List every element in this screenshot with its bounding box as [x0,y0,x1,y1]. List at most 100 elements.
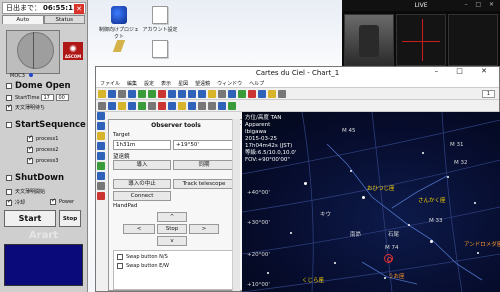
process2-checkbox[interactable] [27,145,33,153]
window-controls-icon[interactable]: – □ ✕ [464,1,497,8]
print-icon[interactable] [118,89,126,98]
shutdown-checkbox[interactable] [6,175,12,181]
handpad-stop-button[interactable]: Stop [157,224,187,234]
sky-chart[interactable]: 方位/高度 TAN Apparent Ibigawa 2015-03-25 17… [242,112,500,292]
west-icon[interactable] [198,89,206,98]
tab-status[interactable]: Status [43,15,85,24]
crosshair-v [422,19,423,61]
tool-6-icon[interactable] [97,162,105,170]
handpad-right-button[interactable]: > [189,224,219,234]
tool-4-icon[interactable] [97,142,105,150]
refresh-icon[interactable] [128,89,136,98]
ra-field[interactable]: 1h31m [113,140,171,150]
dec-field[interactable]: +19°50' [173,140,235,150]
slew-button[interactable]: 導入 [113,160,171,170]
zoom-out-icon[interactable] [148,89,156,98]
tool-5-icon[interactable] [97,152,105,160]
tool-2-icon[interactable] [97,122,105,130]
search-icon[interactable] [108,101,116,110]
star-icon[interactable] [268,89,276,98]
start-minute-select[interactable]: 00 [56,94,70,101]
settings-icon[interactable] [278,89,286,98]
sun-icon[interactable] [178,101,186,110]
zoom-select[interactable]: 1 [481,89,495,98]
handpad-up-button[interactable]: ^ [157,212,187,222]
save-icon[interactable] [108,89,116,98]
start-hour-select[interactable]: 17 [41,94,55,101]
menu-chart[interactable]: 星図 [178,80,188,87]
menu-telescope[interactable]: 望遠鏡 [195,80,210,87]
weather-checkbox[interactable] [6,103,12,111]
planet-icon[interactable] [138,101,146,110]
start-button[interactable]: Start [4,210,56,227]
abort-slew-button[interactable]: 導入の中止 [113,179,171,189]
start-time-checkbox[interactable] [6,94,12,101]
cooling-checkbox[interactable] [6,198,12,206]
swap-ns-checkbox[interactable] [117,254,123,260]
sunrise-clock: 日出まで： 06:55:11 ✕ [2,2,86,14]
control-panel: 日出まで： 06:55:11 ✕ Auto Status ASCOM MOC3 … [0,0,88,292]
project-app-icon [111,6,127,24]
twilight-checkbox[interactable] [6,188,12,195]
target-icon[interactable] [158,89,166,98]
flip-icon[interactable] [228,89,236,98]
zenith-icon[interactable] [208,89,216,98]
desktop-icon-shortcut[interactable] [99,40,139,54]
milkyway-icon[interactable] [168,101,176,110]
close-icon[interactable]: ✕ [74,4,84,14]
desktop-icon-file[interactable] [140,40,180,60]
az-grid-icon[interactable] [208,101,216,110]
zoom-in-icon[interactable] [138,89,146,98]
label-icon[interactable] [148,101,156,110]
window-controls-icon[interactable]: – □ ✕ [435,67,495,75]
shutdown-row[interactable]: ShutDown [6,173,64,183]
menu-help[interactable]: ヘルプ [249,80,264,87]
east-icon[interactable] [188,89,196,98]
compass-icon[interactable] [218,101,226,110]
cursor-icon[interactable] [98,101,106,110]
connect-button[interactable]: Connect [113,191,171,201]
handpad-down-button[interactable]: v [157,236,187,246]
telescope-target-marker[interactable] [384,254,393,263]
tool-8-icon[interactable] [97,182,105,190]
rotate-icon[interactable] [218,89,226,98]
stop-button[interactable]: Stop [59,210,81,227]
desktop-icon-project[interactable]: 制御向けプロジェクト [99,6,139,40]
start-sequence-checkbox[interactable] [6,122,12,128]
time-icon[interactable] [238,89,246,98]
menu-settings[interactable]: 設定 [144,80,154,87]
tool-3-icon[interactable] [97,132,105,140]
menu-edit[interactable]: 編集 [127,80,137,87]
observer-scrollbar[interactable] [232,119,240,291]
process1-checkbox[interactable] [27,134,33,142]
north-icon[interactable] [168,89,176,98]
menu-file[interactable]: ファイル [100,80,120,87]
moon-icon[interactable] [188,101,196,110]
swap-ew-checkbox[interactable] [117,263,123,269]
track-telescope-button[interactable]: Track telescope [173,179,235,189]
tab-auto[interactable]: Auto [2,15,44,24]
tool-7-icon[interactable] [97,172,105,180]
sync-button[interactable]: 同期 [173,160,235,170]
nebula-icon[interactable] [158,101,166,110]
menu-window[interactable]: ウィンドウ [217,80,242,87]
tool-1-icon[interactable] [97,112,105,120]
constellation-icon[interactable] [118,101,126,110]
handpad-left-button[interactable]: < [123,224,155,234]
eq-grid-icon[interactable] [198,101,206,110]
fov-icon[interactable] [228,101,236,110]
start-sequence-row[interactable]: StartSequence [6,120,86,130]
open-icon[interactable] [98,89,106,98]
tool-9-icon[interactable] [97,192,105,200]
grid-icon[interactable] [258,89,266,98]
stop-icon[interactable] [248,89,256,98]
south-icon[interactable] [178,89,186,98]
power-checkbox[interactable] [50,197,56,205]
desktop-icon-account[interactable]: アカウント設定 [140,6,180,33]
cooling-label: 冷却 [15,200,26,206]
dome-open-row[interactable]: Dome Open [6,81,71,91]
process3-checkbox[interactable] [27,156,33,164]
dome-open-checkbox[interactable] [6,83,12,89]
menu-view[interactable]: 表示 [161,80,171,87]
horizon-icon[interactable] [128,101,136,110]
